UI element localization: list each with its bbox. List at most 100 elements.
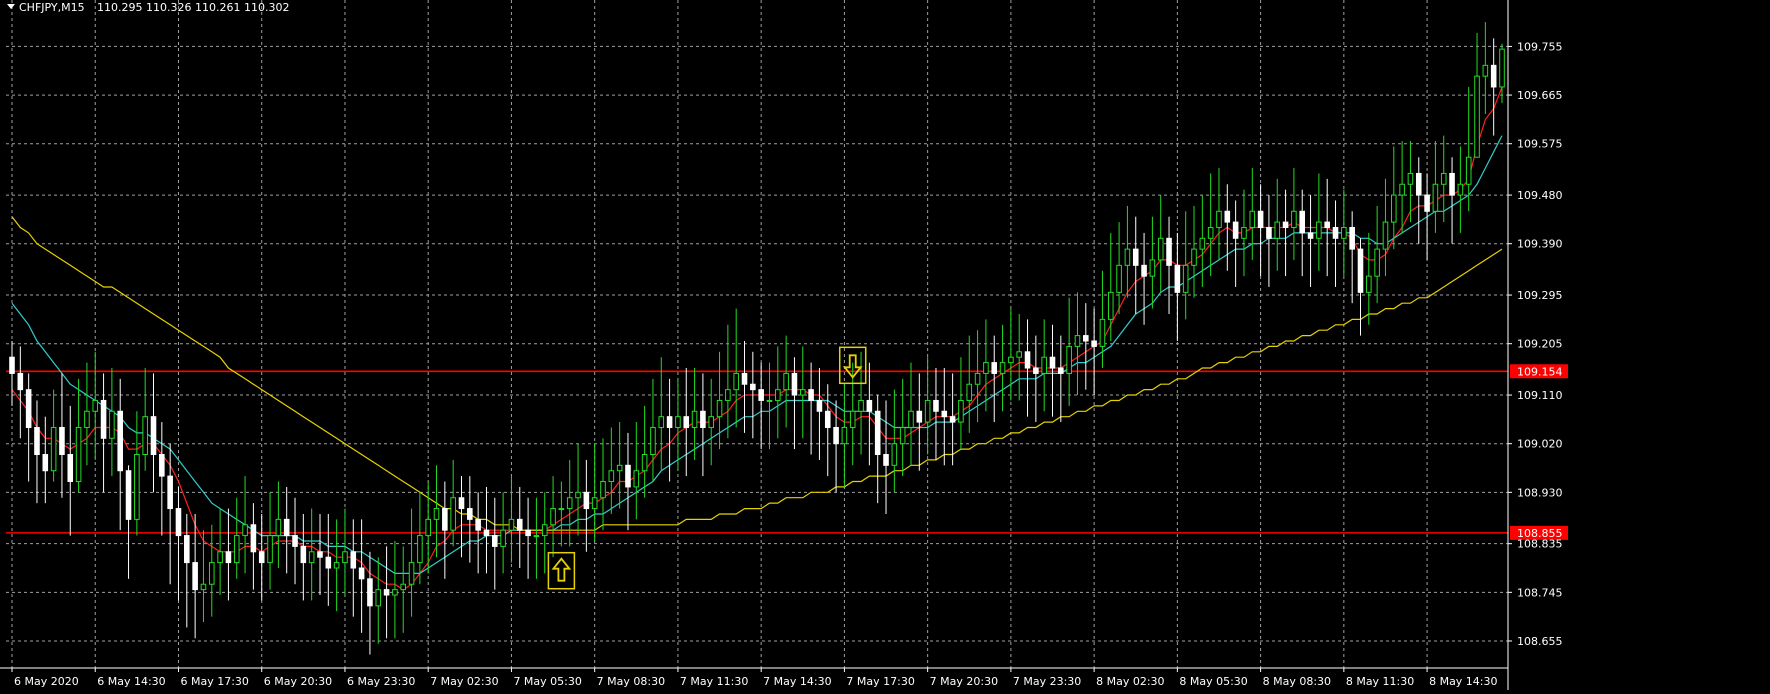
candle-body [1490,64,1497,88]
time-tick-label: 6 May 23:30 [347,675,415,688]
candle-body [400,583,407,591]
candle-body [458,497,465,510]
candle-body [841,426,848,445]
candle-body [9,356,15,374]
candle-body [84,410,90,428]
candle-body [1166,237,1172,266]
time-tick-label: 7 May 11:30 [680,675,748,688]
candle-body [666,416,673,428]
candle-body [1299,210,1306,234]
candle-body [1357,248,1364,293]
candle-body [1091,340,1097,347]
candle-body [899,426,906,445]
time-tick-label: 7 May 08:30 [597,675,665,688]
candle-body [34,426,40,456]
candle-body [1366,275,1372,293]
candle-body [1132,248,1139,266]
candle-body [1066,345,1072,374]
candle-body [1033,367,1039,374]
candle-body [1199,237,1206,250]
candle-body [350,551,357,569]
candle-body [433,508,440,520]
candle-body [258,551,265,564]
candle-body [775,389,781,401]
candle-body [308,551,315,564]
candle-body [225,551,232,564]
candle-body [150,416,157,456]
candle-body [50,426,57,472]
time-tick-label: 8 May 05:30 [1179,675,1247,688]
candle-body [633,470,640,488]
candle-body [1182,264,1189,293]
candle-body [1008,356,1014,364]
price-tick-label: 108.930 [1517,486,1563,499]
candle-body [192,562,198,591]
price-tick-label: 109.110 [1517,389,1563,402]
candle-body [1149,259,1156,277]
candle-body [949,416,956,423]
candle-body [883,454,889,466]
candle-body [292,535,298,547]
candle-body [1241,226,1247,239]
price-tick-label: 109.205 [1517,338,1563,351]
candle-body [1058,367,1064,374]
candle-body [242,524,248,537]
candle-body [1083,335,1089,342]
candle-body [300,545,307,564]
candle-body [117,410,124,472]
candle-body [758,389,764,401]
candle-body [924,399,931,423]
candle-body [42,454,49,472]
candle-body [317,551,323,558]
candle-body [941,410,948,418]
candle-body [1349,226,1355,250]
candle-body [450,497,456,531]
candle-body [1432,183,1439,212]
candle-body [933,399,939,412]
candle-body [858,399,864,412]
price-tick-label: 108.745 [1517,586,1563,599]
candle-body [1141,264,1147,277]
candle-body [683,416,690,428]
candle-body [1457,183,1464,196]
candle-body [824,410,831,428]
candle-body [134,454,140,520]
time-tick-label: 8 May 11:30 [1346,675,1414,688]
candle-body [533,535,540,538]
candle-body [958,399,964,423]
chart-area[interactable]: 109.154 108.855 109.755 109.665 109.575 109.… [0,0,1770,690]
candle-body [1415,172,1422,196]
candle-body [442,508,448,531]
candle-body [1074,335,1081,347]
price-chart[interactable]: 109.154108.855 109.755109.665109.575109.… [0,0,1770,690]
candle-body [1124,248,1131,266]
candle-body [1157,237,1164,261]
candle-body [1482,64,1489,77]
price-tick-label: 109.020 [1517,438,1563,451]
candle-body [283,518,290,537]
candle-body [641,454,648,472]
candle-body [1191,248,1197,266]
price-tick-label: 108.835 [1517,538,1563,551]
candle-body [475,518,481,531]
candle-body [492,535,498,547]
candle-body [375,589,382,607]
candle-body [467,508,473,520]
candle-body [100,399,107,439]
candle-body [583,491,590,510]
candle-body [250,524,257,553]
candle-body [1316,221,1322,239]
candle-body [1390,194,1397,223]
candle-body [1049,356,1056,369]
candle-body [708,416,715,428]
candle-body [999,362,1006,374]
price-tick-label: 109.755 [1517,40,1563,53]
candle-body [1440,172,1447,185]
time-tick-label: 7 May 20:30 [930,675,998,688]
candle-body [658,416,665,428]
candle-body [983,362,989,374]
candle-body [342,551,348,564]
candle-body [516,518,523,531]
candle-body [333,562,340,569]
price-tick-label: 109.390 [1517,238,1563,251]
